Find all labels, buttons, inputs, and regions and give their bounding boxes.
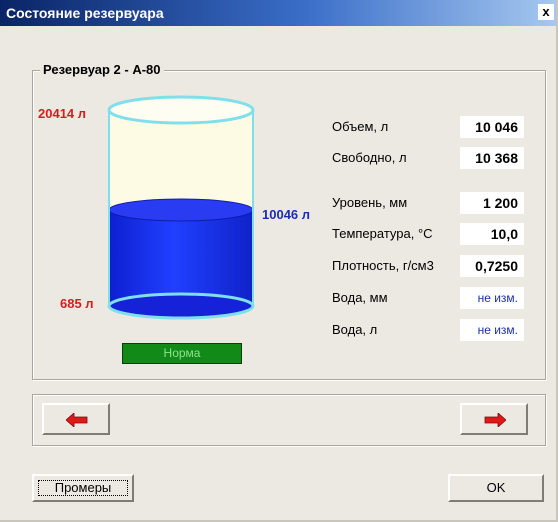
status-badge: Норма xyxy=(122,343,242,364)
arrow-right-icon xyxy=(484,413,506,427)
focus-indicator xyxy=(38,480,128,496)
tank-bottom-rim xyxy=(107,292,255,320)
free-volume-value: 10 368 xyxy=(460,147,524,169)
density-label: Плотность, г/см3 xyxy=(332,258,434,273)
tank-cylinder xyxy=(107,95,255,320)
tank-liquid-surface xyxy=(108,198,254,222)
water-liters-value: не изм. xyxy=(460,319,524,341)
level-value: 1 200 xyxy=(460,192,524,214)
arrow-left-icon xyxy=(66,413,88,427)
tank-liquid xyxy=(109,209,253,306)
measurements-button[interactable]: Промеры xyxy=(32,474,134,502)
tank-status-window: Состояние резервуара x Резервуар 2 - А-8… xyxy=(0,0,558,522)
tank-top-rim xyxy=(107,95,255,125)
min-volume-label: 685 л xyxy=(60,296,94,311)
ok-button[interactable]: OK xyxy=(448,474,544,502)
water-mm-label: Вода, мм xyxy=(332,290,388,305)
title-bar: Состояние резервуара x xyxy=(0,0,556,26)
volume-label: Объем, л xyxy=(332,119,389,134)
water-mm-value: не изм. xyxy=(460,287,524,309)
current-volume-label: 10046 л xyxy=(262,207,311,222)
level-label: Уровень, мм xyxy=(332,195,408,210)
next-tank-button[interactable] xyxy=(460,403,528,435)
close-button[interactable]: x xyxy=(538,4,554,20)
previous-tank-button[interactable] xyxy=(42,403,110,435)
tank-title: Резервуар 2 - А-80 xyxy=(40,62,164,77)
volume-value: 10 046 xyxy=(460,116,524,138)
window-title: Состояние резервуара xyxy=(6,5,164,21)
temperature-value: 10,0 xyxy=(460,223,524,245)
ok-button-label: OK xyxy=(486,480,506,495)
water-liters-label: Вода, л xyxy=(332,322,378,337)
max-volume-label: 20414 л xyxy=(38,106,87,121)
density-value: 0,7250 xyxy=(460,255,524,277)
free-volume-label: Свободно, л xyxy=(332,150,407,165)
temperature-label: Температура, °С xyxy=(332,226,433,241)
